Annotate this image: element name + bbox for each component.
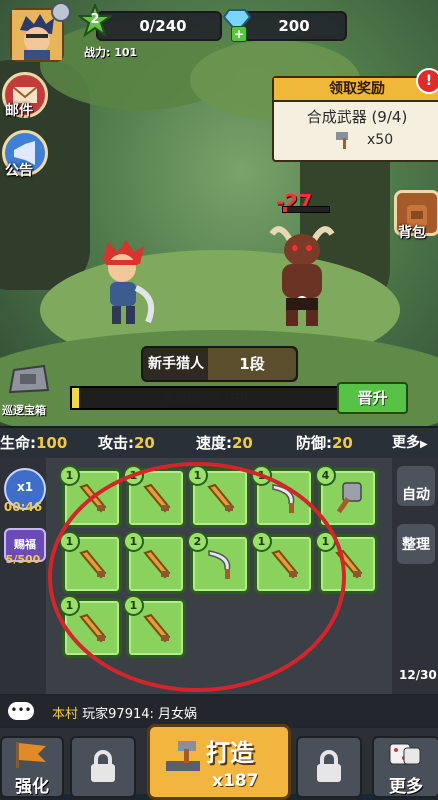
- highlight-circle: [48, 462, 346, 692]
- stat-defense: 防御:20: [296, 428, 353, 458]
- patrol-chest-icon[interactable]: [6, 362, 52, 398]
- weapon-mastery-value: 1/40: [222, 391, 248, 404]
- backpack-label: 背包: [398, 225, 426, 241]
- stats-bar: 生命:100 攻击:20 速度:20 防御:20 更多▶: [0, 426, 438, 460]
- stat-defense-value: 20: [332, 434, 353, 452]
- weapon-mastery-label: 武器熟练度: [163, 391, 219, 404]
- item-level-badge: 4: [315, 465, 336, 486]
- weapon-mastery-text: 武器熟练度 1/40: [72, 388, 339, 408]
- mail-label: 邮件: [5, 103, 33, 119]
- chat-player: 玩家97914:: [82, 707, 154, 722]
- chat-message: 月女娲: [158, 707, 198, 722]
- more-label: 更多: [389, 777, 423, 797]
- hero-rank-box: 1段: [208, 348, 296, 380]
- strengthen-button[interactable]: 强化: [0, 736, 64, 798]
- lock-icon: [317, 750, 341, 782]
- level-number: 2: [90, 12, 100, 27]
- inventory-capacity: 12/30: [399, 668, 437, 682]
- combat-power-label: 战力:: [84, 46, 111, 59]
- level-star-icon: 2: [75, 2, 115, 38]
- settings-gear-icon[interactable]: [51, 2, 71, 22]
- chat-bubble-icon: •••: [8, 702, 34, 720]
- stats-more-button[interactable]: 更多▶: [392, 428, 428, 458]
- inventory-slot[interactable]: 4: [315, 465, 378, 528]
- blessing-value: 5/500: [5, 553, 41, 566]
- xp-value: 0/240: [139, 17, 187, 35]
- combat-power: 战力: 101: [84, 44, 137, 60]
- item-level-badge: 1: [59, 465, 80, 486]
- hero-rank: 1段: [239, 355, 265, 373]
- locked-slot-1[interactable]: [70, 736, 136, 798]
- reward-task: 合成武器 (9/4): [306, 108, 408, 126]
- chat-line: 本村 玩家97914: 月女娲: [52, 703, 197, 722]
- boost-timer: 00:46: [3, 500, 43, 514]
- dice-icon: [389, 743, 421, 765]
- stat-attack: 攻击:20: [98, 428, 155, 458]
- add-gems-button[interactable]: +: [231, 26, 247, 42]
- gem-value: 200: [278, 17, 310, 35]
- strengthen-label: 强化: [15, 777, 49, 797]
- flag-icon: [16, 742, 46, 768]
- stat-hp: 生命:100: [0, 428, 67, 458]
- gem-counter: 200: [241, 11, 347, 41]
- stat-hp-label: 生命:: [0, 434, 36, 452]
- speed-multiplier: x1: [16, 480, 34, 494]
- auto-merge-label: 自动: [402, 487, 430, 503]
- weapon-mastery-bar: 武器熟练度 1/40: [70, 386, 341, 410]
- reward-title: 领取奖励: [274, 78, 438, 102]
- locked-slot-2[interactable]: [296, 736, 362, 798]
- hunter-hero[interactable]: [88, 238, 160, 330]
- enemy-health-bar: [282, 206, 330, 213]
- announcement-label: 公告: [5, 163, 33, 179]
- hero-title: 新手猎人: [148, 356, 204, 372]
- reward-amount: x50: [367, 132, 394, 148]
- stat-speed: 速度:20: [196, 428, 253, 458]
- anvil-hammer-icon: [166, 741, 200, 771]
- hammer-icon: [334, 130, 354, 150]
- stat-speed-value: 20: [232, 434, 253, 452]
- stat-attack-value: 20: [134, 434, 155, 452]
- xp-bar: 0/240: [96, 11, 222, 41]
- chat-bar[interactable]: ••• 本村 玩家97914: 月女娲: [0, 696, 438, 726]
- auto-merge-button[interactable]: 自动: [397, 466, 435, 506]
- more-button[interactable]: 更多: [372, 736, 438, 798]
- combat-power-value: 101: [114, 46, 138, 59]
- stats-more-label: 更多: [392, 435, 420, 451]
- minotaur-enemy[interactable]: [262, 220, 342, 330]
- stat-attack-label: 攻击:: [98, 434, 134, 452]
- sort-button[interactable]: 整理: [397, 524, 435, 564]
- stat-speed-label: 速度:: [196, 434, 232, 452]
- chat-channel: 本村: [52, 707, 79, 722]
- forge-button[interactable]: 打造 x187: [147, 724, 291, 800]
- hero-title-bar: 新手猎人 1段: [141, 346, 298, 382]
- lock-icon: [91, 750, 115, 782]
- forge-count: x187: [212, 771, 259, 791]
- promote-button[interactable]: 晋升: [337, 382, 408, 414]
- reward-alert-badge: !: [416, 68, 438, 94]
- reward-panel[interactable]: 领取奖励 合成武器 (9/4) x50: [272, 76, 438, 162]
- forge-label: 打造: [206, 739, 254, 767]
- sort-label: 整理: [402, 537, 430, 553]
- patrol-chest-label: 巡逻宝箱: [2, 404, 46, 417]
- stone-hammer-icon: [331, 481, 365, 515]
- stat-hp-value: 100: [36, 434, 68, 452]
- stat-defense-label: 防御:: [296, 434, 332, 452]
